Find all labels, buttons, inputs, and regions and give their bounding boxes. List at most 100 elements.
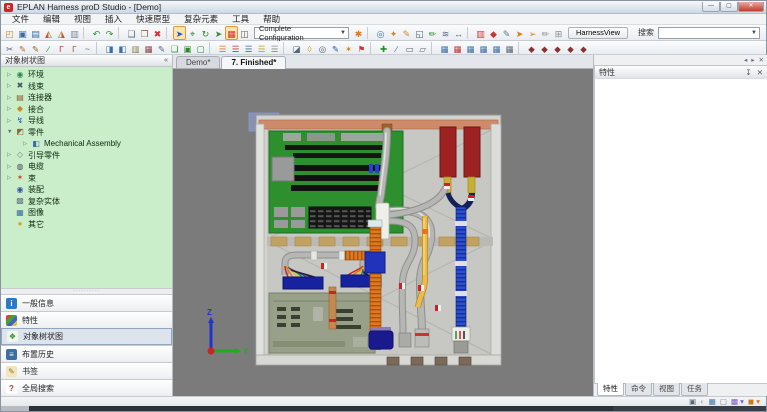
nav-general-info[interactable]: i 一般信息 [1,294,172,311]
bundle-add-icon[interactable]: ☰ [229,42,242,54]
rp-tab-properties[interactable]: 特性 [597,383,624,396]
save-icon[interactable]: ▣ [16,26,29,40]
select-cursor-icon[interactable]: ➤ [173,26,186,40]
view-top-icon[interactable]: ▦ [490,42,503,54]
separator[interactable] [83,27,88,39]
search-input[interactable]: ▼ [658,27,760,39]
print-icon[interactable]: ▥ [68,26,81,40]
tree-item-complex-entities[interactable]: ▩ 复杂实体 [1,196,172,208]
separator[interactable] [431,42,436,54]
dock-prev-icon[interactable]: ◂ [744,56,747,65]
flag-icon[interactable]: ⚑ [355,42,368,54]
add-icon[interactable]: ✚ [377,42,390,54]
pick-point-icon[interactable]: ➤ [212,26,225,40]
ungroup-icon[interactable]: ▢ [194,42,207,54]
fit-view-icon[interactable]: ▣ [689,397,696,406]
expand-arrow-icon[interactable]: ▷ [7,95,15,101]
annotate-icon[interactable]: ✎ [400,26,413,40]
separator[interactable] [518,42,523,54]
nailboard-icon[interactable]: ◆ [487,26,500,40]
box-entity-icon[interactable]: ▥ [129,42,142,54]
separator[interactable] [118,27,123,39]
move-entity-icon[interactable]: ◧ [116,42,129,54]
view-back-icon[interactable]: ▦ [451,42,464,54]
expand-arrow-icon[interactable]: ▼ [7,129,15,135]
tree-item-harness[interactable]: ▷ ✖ 线束 [1,81,172,93]
harness-tool2-icon[interactable]: ◆ [538,42,551,54]
render-mode-icon[interactable]: ◼ ▾ [748,397,760,406]
tree-item-environment[interactable]: ▷ ◉ 环境 [1,69,172,81]
copy-icon[interactable]: ❏ [125,26,138,40]
menu-view[interactable]: 视图 [67,14,98,25]
edit-entity-icon[interactable]: ✎ [155,42,168,54]
harness-view-button[interactable]: HarnessView [568,27,628,39]
surface-protection-icon[interactable]: ◪ [290,42,303,54]
separator[interactable] [467,27,472,39]
tidy-icon[interactable]: ✏ [539,26,552,40]
tree-item-mechanical-assembly[interactable]: ▷ ◧ Mechanical Assembly [1,138,172,150]
tree-item-connectors[interactable]: ▷ ▤ 连接器 [1,92,172,104]
harness-tool-icon[interactable]: ◆ [525,42,538,54]
dock-next-icon[interactable]: ▸ [751,56,754,65]
tree-item-others[interactable]: ● 其它 [1,219,172,231]
tree-item-images[interactable]: ▦ 图像 [1,207,172,219]
tile-windows-icon[interactable]: ▦ [709,397,716,406]
rp-tab-commands[interactable]: 命令 [625,383,652,396]
expand-arrow-icon[interactable]: ▷ [7,175,15,181]
duplicate-icon[interactable]: ❏ [168,42,181,54]
dock-close-icon[interactable]: ✕ [759,56,764,65]
sketch-icon[interactable]: ✏ [426,26,439,40]
viewpoint-icon[interactable]: ◫ [238,26,251,40]
link-icon[interactable]: ⊞ [552,26,565,40]
view-iso-icon[interactable]: ▦ [503,42,516,54]
brush-icon[interactable]: ∕ [42,42,55,54]
tree-item-cables[interactable]: ▷ ◍ 电缆 [1,161,172,173]
copy-entity-icon[interactable]: ◨ [103,42,116,54]
expand-arrow-icon[interactable]: ▷ [23,141,31,147]
background-color-icon[interactable]: ▩ ▾ [731,397,744,406]
inspect-icon[interactable]: ◎ [316,42,329,54]
menu-complex-elements[interactable]: 复杂元素 [177,14,225,25]
cut-icon[interactable]: ✂ [3,42,16,54]
paste-icon[interactable]: ❐ [138,26,151,40]
close-icon[interactable]: ✕ [757,67,763,78]
rp-tab-views[interactable]: 视图 [653,383,680,396]
menu-insert[interactable]: 插入 [98,14,129,25]
display-config-icon[interactable]: ▦ [225,26,238,40]
pen-alt-icon[interactable]: ✎ [29,42,42,54]
group-icon[interactable]: ▣ [181,42,194,54]
bundle-yellow-icon[interactable]: ☰ [255,42,268,54]
tab-demo[interactable]: Demo* [176,56,220,68]
nav-global-search[interactable]: ? 全局搜索 [1,379,172,396]
harness-tool5-icon[interactable]: ◆ [577,42,590,54]
fit-span-icon[interactable]: ↔ [452,26,465,40]
redo-icon[interactable]: ↷ [103,26,116,40]
bundle-icon[interactable]: ☰ [216,42,229,54]
separator[interactable] [166,27,171,39]
separator[interactable] [370,42,375,54]
bundle-gray-icon[interactable]: ☰ [268,42,281,54]
route-icon[interactable]: ➤ [513,26,526,40]
expand-arrow-icon[interactable]: ▷ [7,72,15,78]
menu-file[interactable]: 文件 [5,14,36,25]
tree-item-guiding-parts[interactable]: ▷ ◇ 引导零件 [1,150,172,162]
maximize-button[interactable]: ▢ [720,2,738,12]
place-icon[interactable]: ⌖ [186,26,199,40]
expand-arrow-icon[interactable]: ▷ [7,106,15,112]
edit-pencil-icon[interactable]: ✎ [500,26,513,40]
rp-tab-tasks[interactable]: 任务 [681,383,708,396]
close-button[interactable]: ✕ [738,2,764,12]
nav-bookmarks[interactable]: ✎ 书签 [1,362,172,379]
tree-item-splices[interactable]: ▷ ◆ 接合 [1,104,172,116]
rect-filled-icon[interactable]: ▱ [416,42,429,54]
tree-item-assemblies[interactable]: ◉ 装配 [1,184,172,196]
tree-item-wires[interactable]: ▷ ↯ 导线 [1,115,172,127]
nav-placement-history[interactable]: ≡ 布置历史 [1,345,172,362]
walk-mode-icon[interactable]: ✦ [387,26,400,40]
save-all-icon[interactable]: ▤ [29,26,42,40]
lock-icon[interactable]: ◊ [303,42,316,54]
nav-properties[interactable]: 特性 [1,311,172,328]
configuration-combo[interactable]: Complete Configuration ▼ [254,27,349,39]
view-left-icon[interactable]: ▦ [464,42,477,54]
separator[interactable] [283,42,288,54]
